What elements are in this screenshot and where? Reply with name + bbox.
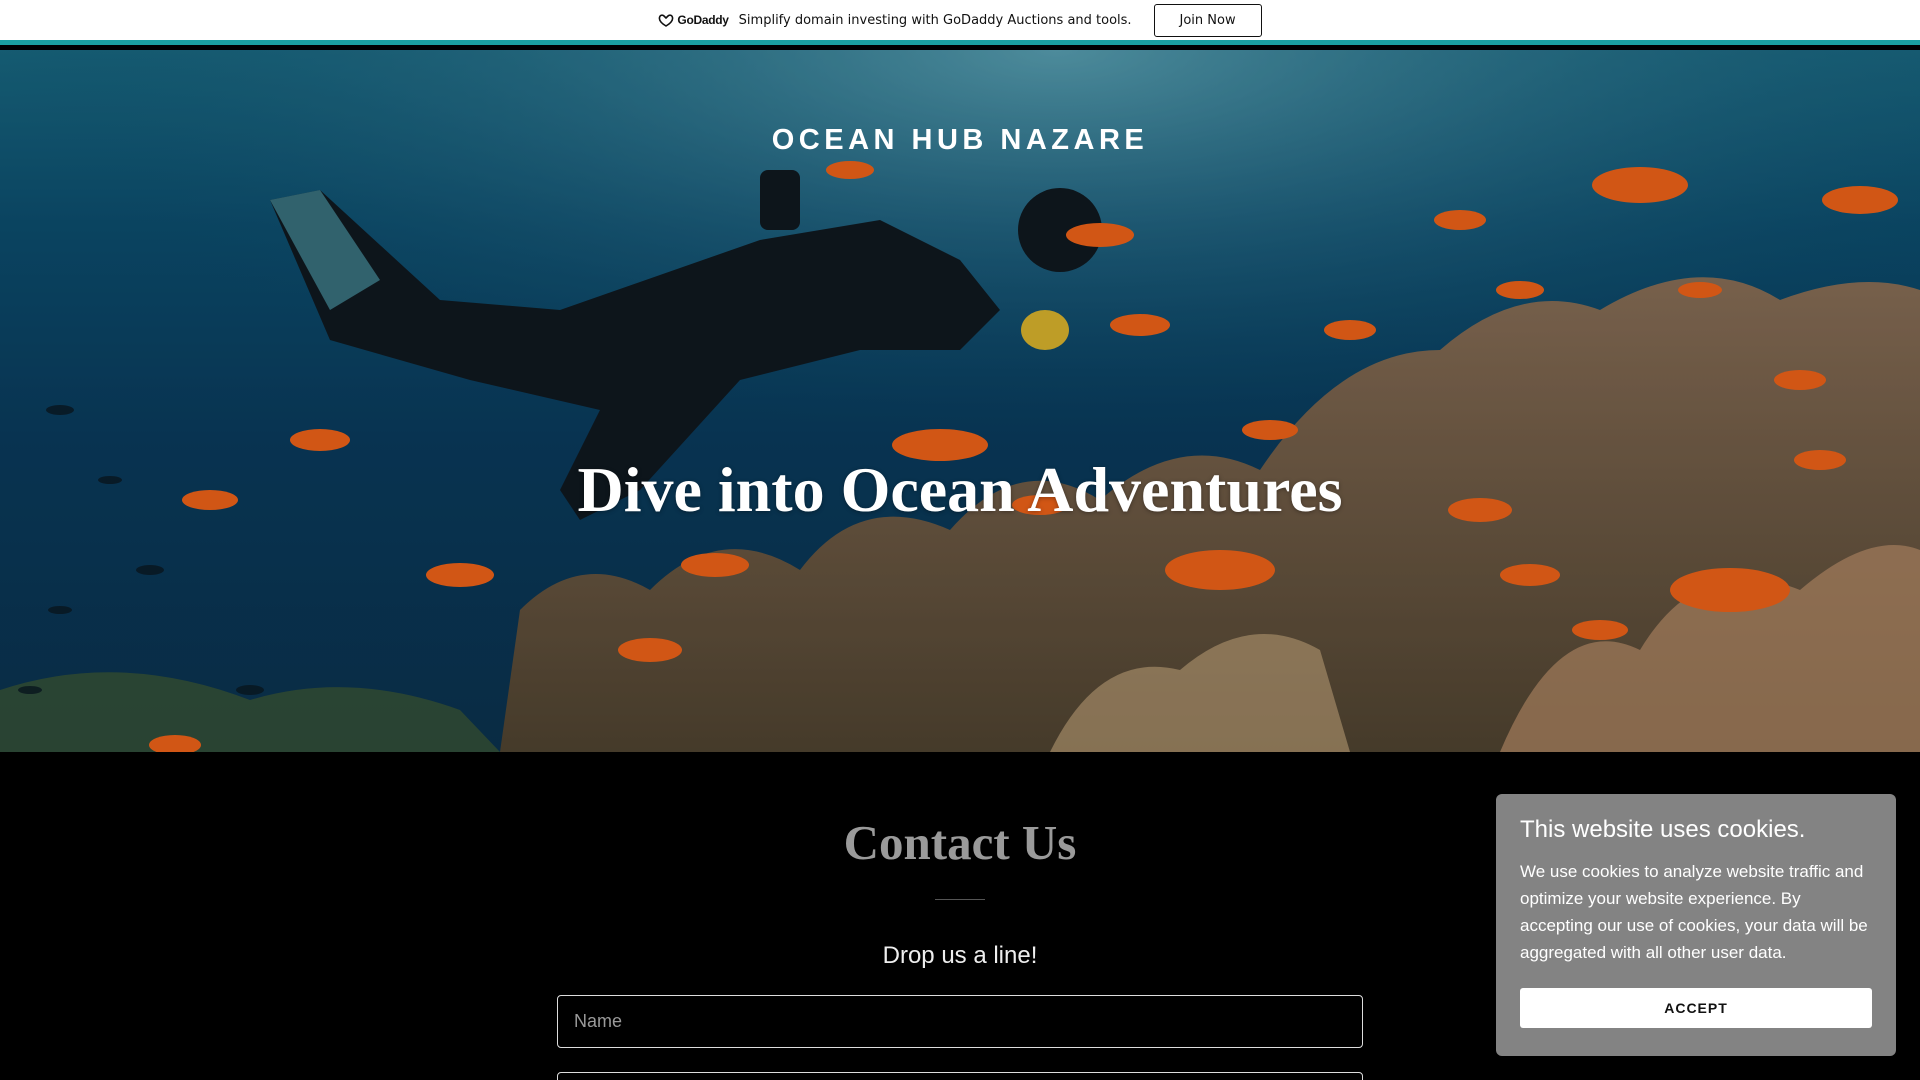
godaddy-logo[interactable]: GoDaddy	[658, 13, 729, 27]
cookie-title: This website uses cookies.	[1520, 816, 1806, 843]
cookie-banner: This website uses cookies. We use cookie…	[1496, 794, 1896, 1056]
hero-section: OCEAN HUB NAZARE Dive into Ocean Adventu…	[0, 50, 1920, 752]
accept-cookies-button[interactable]: ACCEPT	[1520, 988, 1872, 1028]
site-title[interactable]: OCEAN HUB NAZARE	[0, 124, 1920, 157]
hero-heading: Dive into Ocean Adventures	[577, 454, 1343, 525]
promo-bar: GoDaddy Simplify domain investing with G…	[0, 0, 1920, 45]
name-input[interactable]	[557, 995, 1363, 1048]
email-input[interactable]	[557, 1072, 1363, 1080]
godaddy-logo-icon	[659, 14, 674, 27]
section-divider	[935, 899, 985, 900]
cookie-text: We use cookies to analyze website traffi…	[1520, 862, 1868, 962]
promo-message: Simplify domain investing with GoDaddy A…	[738, 12, 1132, 28]
join-now-button[interactable]: Join Now	[1153, 3, 1262, 37]
promo-content: GoDaddy Simplify domain investing with G…	[658, 3, 1262, 37]
godaddy-logo-text: GoDaddy	[677, 13, 729, 27]
